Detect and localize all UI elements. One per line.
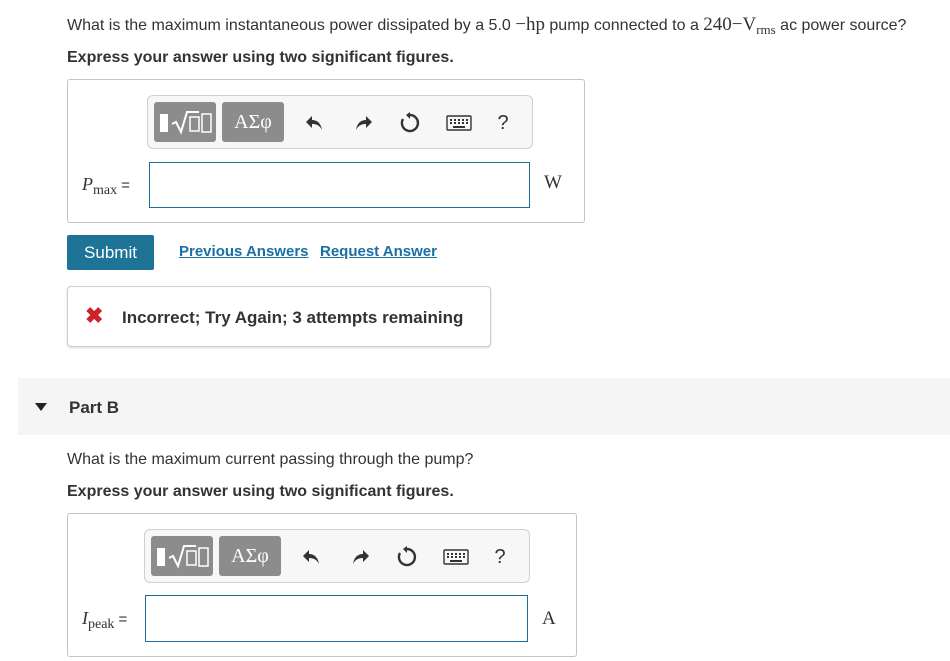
variable-label-b: Ipeak = <box>82 608 128 632</box>
feedback-box: ✖ Incorrect; Try Again; 3 attempts remai… <box>67 286 491 347</box>
instruction-b: Express your answer using two significan… <box>67 483 454 500</box>
incorrect-x-icon: ✖ <box>85 303 104 328</box>
keyboard-button[interactable] <box>443 110 475 136</box>
reset-button[interactable] <box>396 109 424 137</box>
greek-symbols-button[interactable]: ΑΣφ <box>219 536 281 576</box>
keyboard-button[interactable] <box>440 544 472 570</box>
help-button[interactable]: ? <box>488 543 512 571</box>
math-toolbar-a: ΑΣφ ? <box>147 95 533 149</box>
undo-icon <box>306 116 322 130</box>
answer-input-b[interactable] <box>145 595 528 642</box>
reset-button[interactable] <box>393 543 421 571</box>
question-a-text-3: ac power source? <box>775 17 907 34</box>
answer-box-a: ΑΣφ ? Pmax = W <box>67 79 585 223</box>
fraction-sqrt-icon <box>160 111 212 135</box>
equals-sign-a: = <box>121 177 130 194</box>
previous-answers-link[interactable]: Previous Answers <box>179 243 309 260</box>
unit-label-a: W <box>544 172 562 193</box>
part-b-title: Part B <box>69 398 120 417</box>
question-b: What is the maximum current passing thro… <box>67 451 474 468</box>
question-a-math-voltage: 240−V <box>703 14 757 35</box>
keyboard-icon <box>446 115 472 131</box>
reset-icon <box>397 546 417 567</box>
redo-icon <box>353 550 369 564</box>
undo-button[interactable] <box>301 109 329 137</box>
part-b-header[interactable]: Part B <box>18 378 950 435</box>
redo-button[interactable] <box>346 543 374 571</box>
collapse-triangle-icon <box>35 403 47 411</box>
redo-icon <box>356 116 372 130</box>
undo-button[interactable] <box>298 543 326 571</box>
question-a-text-2: pump connected to a <box>544 17 704 34</box>
question-a-math-hp: −hp <box>515 14 545 35</box>
equals-sign-b: = <box>118 611 128 628</box>
variable-subscript-b: peak <box>88 617 115 632</box>
request-answer-link[interactable]: Request Answer <box>320 243 437 260</box>
answer-input-a[interactable] <box>149 162 530 208</box>
instruction-a: Express your answer using two significan… <box>67 49 454 66</box>
question-a: What is the maximum instantaneous power … <box>67 14 907 37</box>
reset-icon <box>400 112 420 133</box>
submit-button[interactable]: Submit <box>67 235 154 270</box>
greek-symbols-button[interactable]: ΑΣφ <box>222 102 284 142</box>
undo-icon <box>303 550 319 564</box>
feedback-text: Incorrect; Try Again; 3 attempts remaini… <box>122 308 464 327</box>
question-a-text-1: What is the maximum instantaneous power … <box>67 17 516 34</box>
fraction-sqrt-icon <box>157 545 209 569</box>
variable-subscript-a: max <box>93 183 118 198</box>
keyboard-icon <box>443 549 469 565</box>
templates-button[interactable] <box>151 536 213 576</box>
variable-symbol-a: P <box>82 174 93 194</box>
math-toolbar-b: ΑΣφ ? <box>144 529 530 583</box>
templates-button[interactable] <box>154 102 216 142</box>
unit-label-b: A <box>542 608 556 629</box>
variable-label-a: Pmax = <box>82 174 130 198</box>
question-a-math-rms: rms <box>756 22 776 37</box>
redo-button[interactable] <box>349 109 377 137</box>
answer-box-b: ΑΣφ ? Ipeak = A <box>67 513 577 657</box>
help-button[interactable]: ? <box>491 109 515 137</box>
